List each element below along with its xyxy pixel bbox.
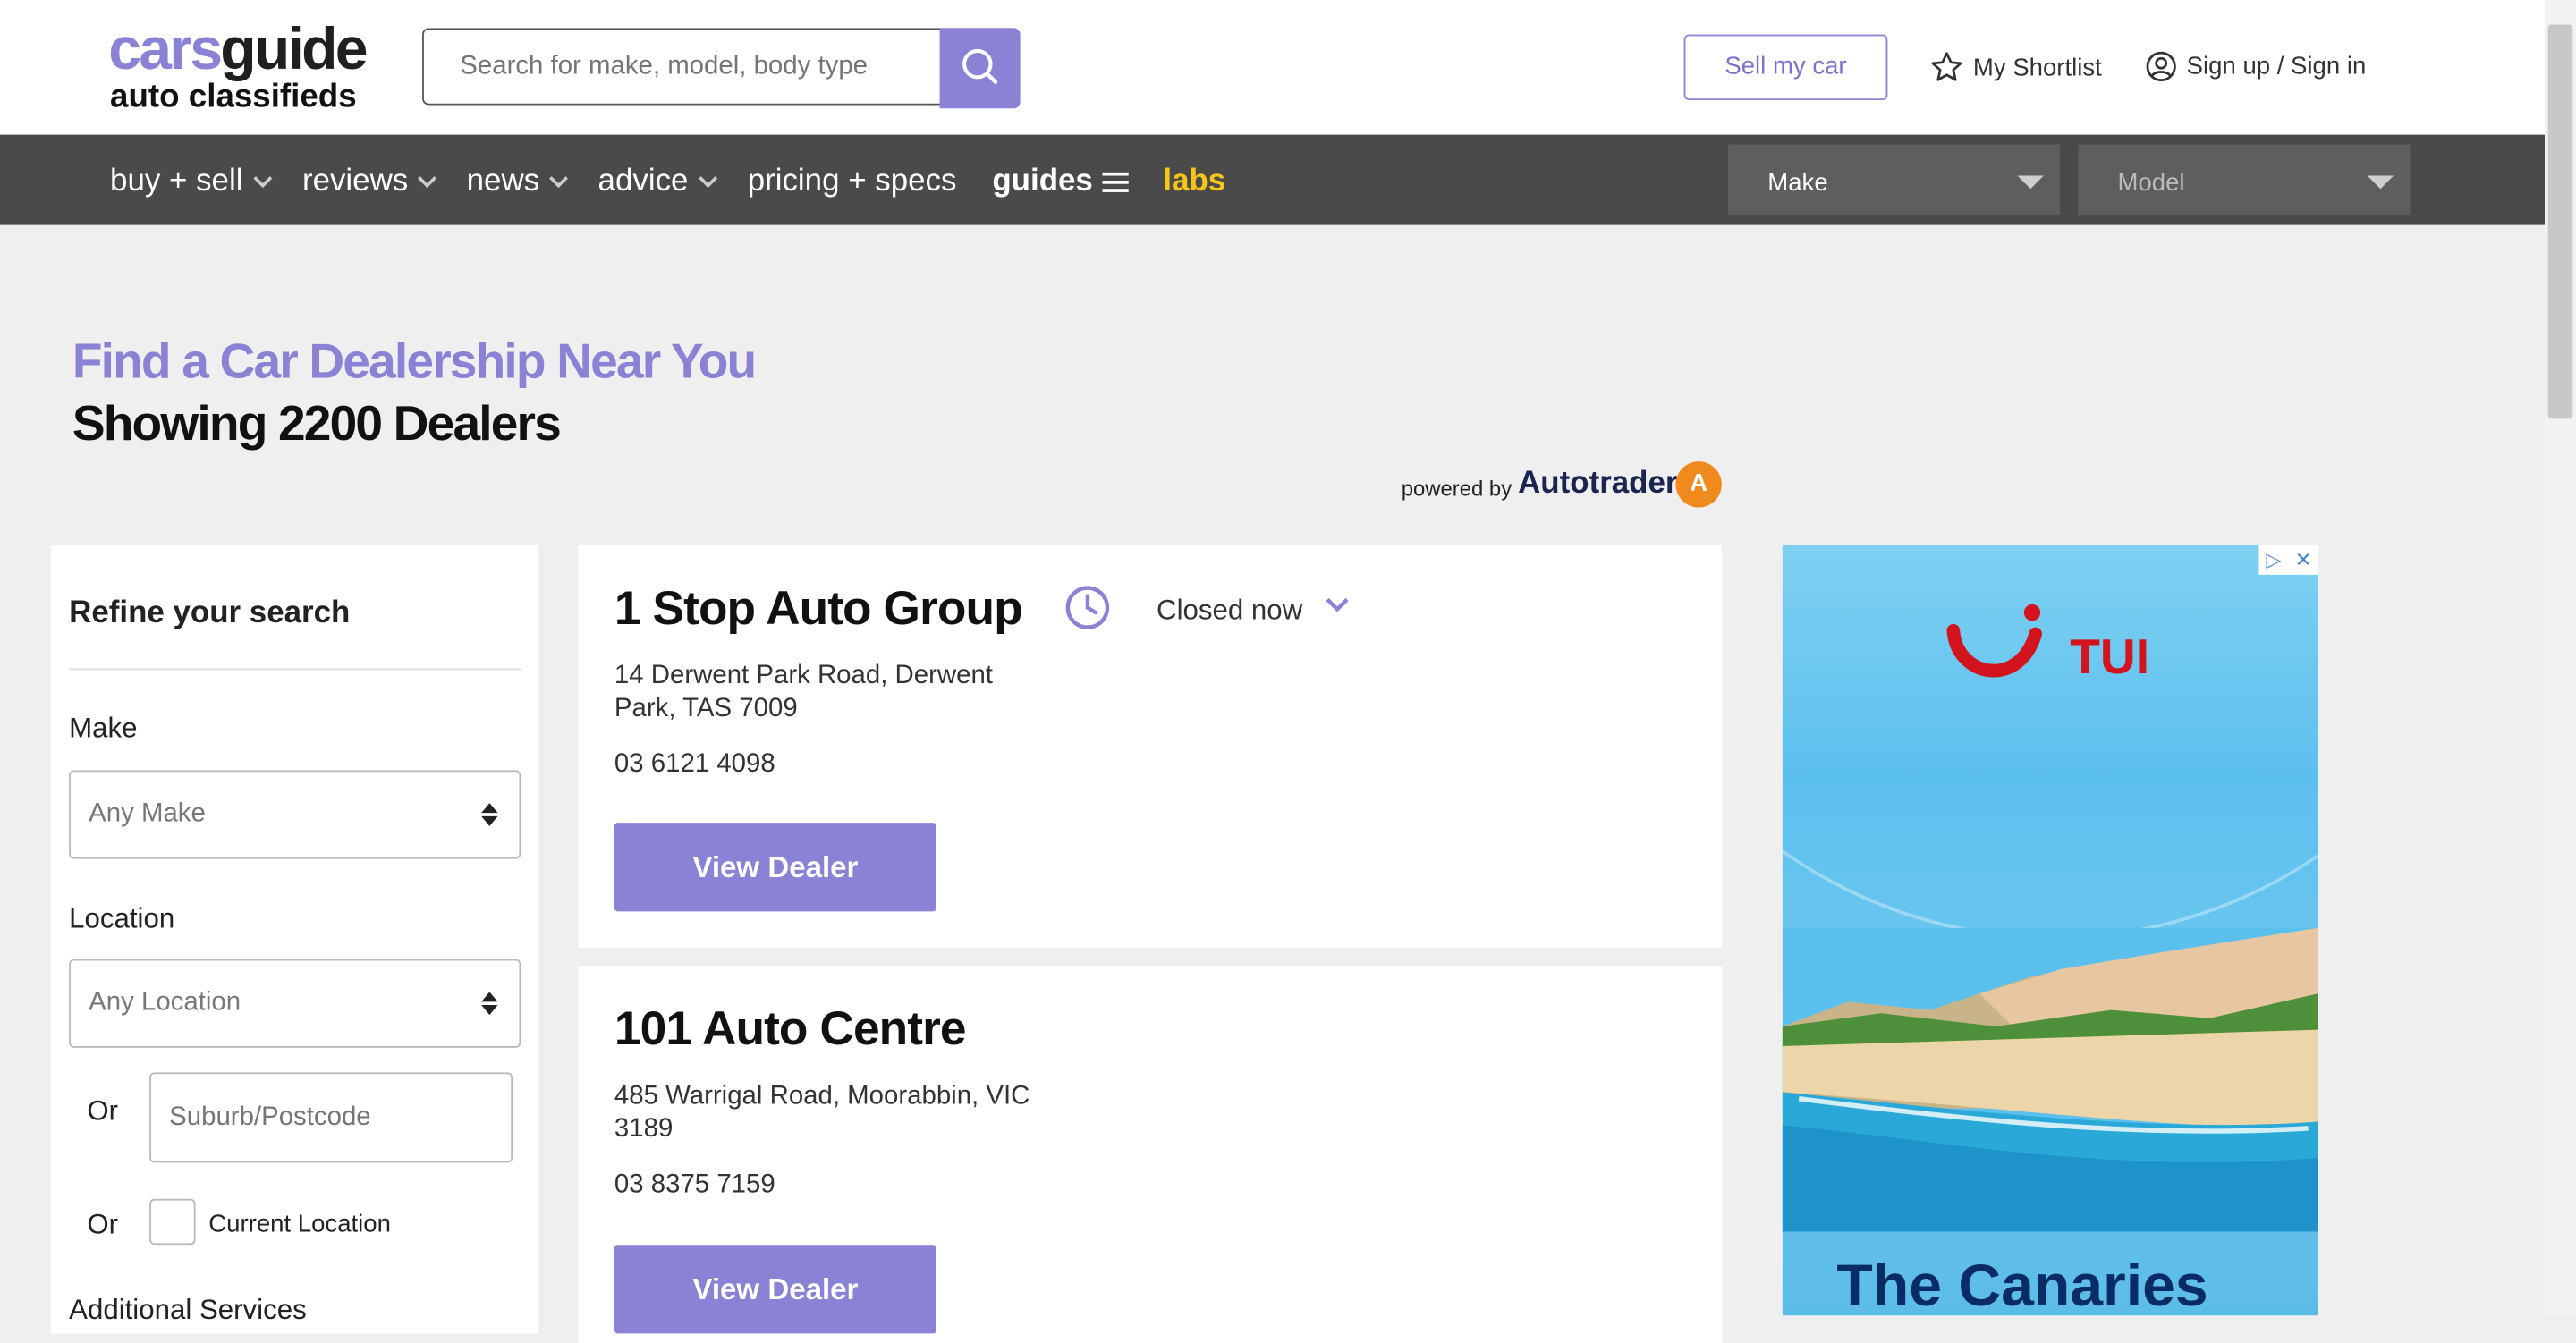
clock-icon <box>1065 586 1110 629</box>
logo-subtitle: auto classifieds <box>110 79 357 115</box>
dealer-address: 485 Warrigal Road, Moorabbin, VIC 3189 <box>614 1082 1030 1144</box>
ad-brand: TUI <box>2070 630 2150 685</box>
powered-by-label: powered by <box>1401 476 1513 502</box>
dealer-address: 14 Derwent Park Road, Derwent Park, TAS … <box>614 662 993 723</box>
chevron-down-icon <box>253 176 272 189</box>
chevron-down-icon[interactable] <box>1326 597 1349 614</box>
nav-buy-sell[interactable]: buy + sell <box>110 165 272 200</box>
ad-headline: The Canaries <box>1836 1251 2208 1319</box>
nav-labs[interactable]: labs <box>1163 165 1225 200</box>
page-title: Find a Car Dealership Near You <box>72 334 757 390</box>
view-dealer-button[interactable]: View Dealer <box>614 1245 936 1334</box>
dealer-name[interactable]: 1 Stop Auto Group <box>614 583 1023 638</box>
user-icon <box>2146 51 2176 82</box>
scrollbar-thumb[interactable] <box>2547 24 2573 419</box>
location-select[interactable]: Any Location <box>69 959 521 1048</box>
hamburger-menu-icon <box>1102 172 1130 192</box>
suburb-postcode-input[interactable] <box>149 1072 513 1163</box>
chevron-down-icon <box>418 176 437 189</box>
autotrader-logo-icon: A <box>1675 461 1722 508</box>
make-label: Make <box>69 713 138 745</box>
star-icon <box>1931 52 1962 81</box>
or-label: Or <box>87 1095 119 1127</box>
dealer-count: Showing 2200 Dealers <box>72 397 562 452</box>
sort-arrows-icon <box>481 992 498 1016</box>
chevron-down-icon <box>698 176 717 189</box>
shortlist-link[interactable]: My Shortlist <box>1930 51 2102 84</box>
nav-make-select[interactable]: Make <box>1728 144 2061 215</box>
divider <box>69 668 521 671</box>
nav-news[interactable]: news <box>467 165 570 200</box>
search-button[interactable] <box>939 28 1021 109</box>
sort-arrows-icon <box>481 803 498 826</box>
autotrader-logo-text: Autotrader <box>1518 466 1678 502</box>
dealer-phone[interactable]: 03 6121 4098 <box>614 750 775 780</box>
signin-label: Sign up / Sign in <box>2186 52 2367 80</box>
tui-smile-icon <box>1946 604 2043 678</box>
nav-model-select[interactable]: Model <box>2078 144 2411 215</box>
nav-reviews[interactable]: reviews <box>302 165 437 200</box>
nav-advice[interactable]: advice <box>598 165 718 200</box>
signin-link[interactable]: Sign up / Sign in <box>2146 51 2367 82</box>
location-label: Location <box>69 903 175 935</box>
beach-illustration <box>1782 927 2318 1232</box>
nav-pricing-specs[interactable]: pricing + specs <box>748 165 957 200</box>
opening-status: Closed now <box>1157 594 1303 626</box>
dropdown-caret-icon <box>2017 175 2044 190</box>
adchoices-icon[interactable]: ▷ <box>2258 545 2289 575</box>
or-label: Or <box>87 1208 119 1240</box>
sell-my-car-button[interactable]: Sell my car <box>1683 34 1888 101</box>
current-location-checkbox[interactable] <box>149 1198 196 1246</box>
carsguide-logo[interactable]: carsguide <box>108 15 368 81</box>
make-select[interactable]: Any Make <box>69 770 521 859</box>
dropdown-caret-icon <box>2367 175 2394 190</box>
dealer-name[interactable]: 101 Auto Centre <box>614 1003 967 1058</box>
nav-guides[interactable]: guides <box>992 165 1130 200</box>
search-input[interactable] <box>422 28 942 106</box>
view-dealer-button[interactable]: View Dealer <box>614 823 936 912</box>
additional-services-label: Additional Services <box>69 1294 307 1326</box>
refine-heading: Refine your search <box>69 595 351 631</box>
close-icon[interactable]: ✕ <box>2288 545 2318 575</box>
chevron-down-icon <box>549 176 569 189</box>
current-location-label: Current Location <box>208 1210 391 1238</box>
shortlist-label: My Shortlist <box>1972 53 2102 81</box>
search-icon <box>962 48 998 85</box>
dealer-phone[interactable]: 03 8375 7159 <box>614 1171 775 1201</box>
